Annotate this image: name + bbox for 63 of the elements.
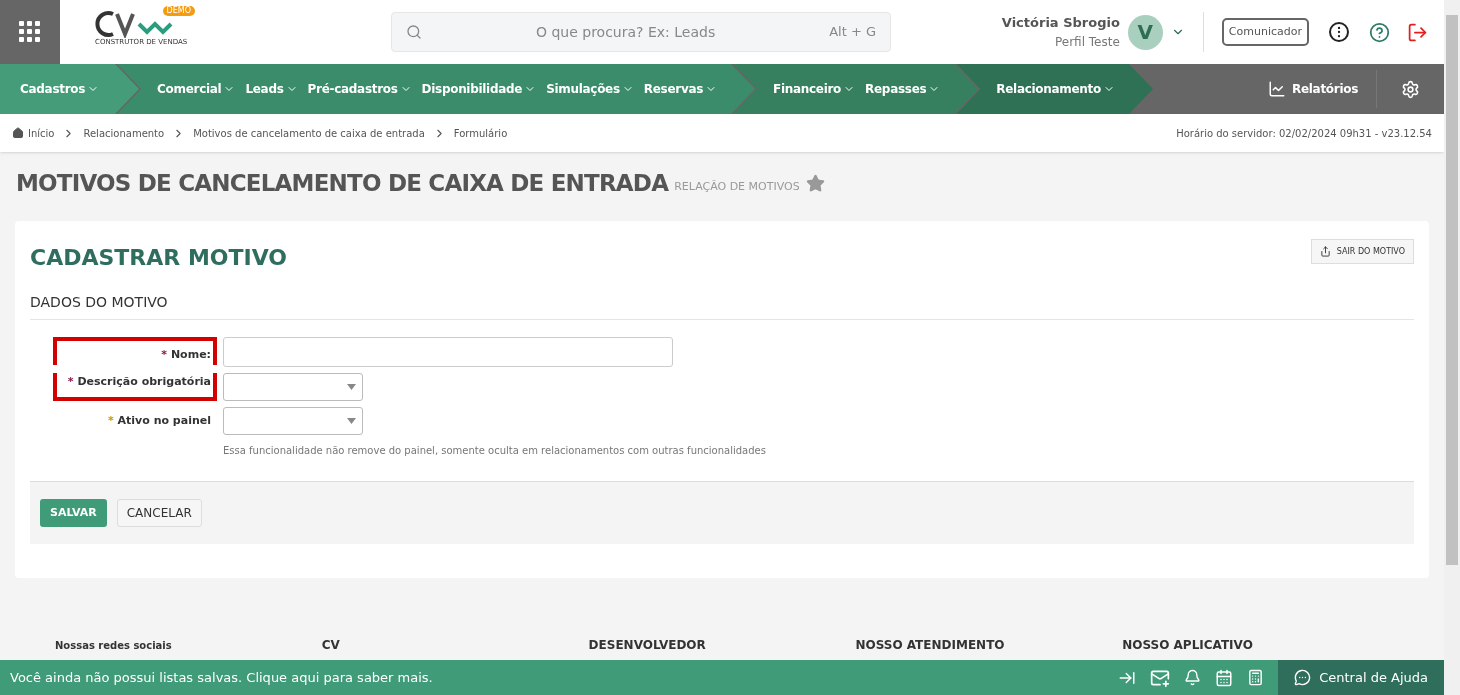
nav-menu-item[interactable]: Simulações: [546, 80, 634, 98]
communicator-button[interactable]: Comunicador: [1221, 18, 1309, 46]
footer-heading: CV: [321, 637, 341, 654]
breadcrumb-link[interactable]: Formulário: [453, 125, 508, 141]
nav-menu-item[interactable]: Cadastros: [20, 80, 100, 98]
shortcut-hint: Alt + G: [829, 23, 876, 42]
footer-heading: Nossas redes sociais: [55, 639, 173, 653]
calculator-icon[interactable]: [1247, 669, 1265, 686]
name-input[interactable]: [223, 337, 673, 367]
select-field[interactable]: [223, 373, 363, 401]
user-avatar[interactable]: V: [1127, 14, 1163, 50]
footer-heading: NOSSO APLICATIVO: [1122, 637, 1254, 654]
cancel-button[interactable]: CANCELAR: [116, 499, 202, 527]
footer-heading: NOSSO ATENDIMENTO: [855, 637, 1006, 654]
nav-menu-item[interactable]: Comercial: [157, 80, 236, 98]
search-icon: [406, 24, 422, 40]
search-input[interactable]: O que procura? Ex: Leads: [422, 21, 830, 43]
page-subtitle: RELAÇÃO DE MOTIVOS: [674, 178, 800, 195]
nav-menu-item[interactable]: Financeiro: [773, 80, 856, 98]
help-text: Essa funcionalidade não remove do painel, somente oculta em relacionamentos com outras funcionalidades: [223, 444, 766, 458]
reports-link[interactable]: Relatórios: [1268, 80, 1376, 98]
share-arrow-icon: [1319, 246, 1331, 257]
help-center-button[interactable]: Central de Ajuda: [1278, 660, 1444, 695]
home-icon: [12, 127, 24, 139]
apps-menu-button[interactable]: [0, 0, 60, 64]
more-options-icon[interactable]: [1329, 22, 1349, 42]
user-profile: Perfil Teste: [1055, 33, 1120, 51]
field-label: * Ativo no painel: [107, 412, 211, 429]
demo-badge: DEMO: [162, 6, 195, 16]
nav-menu-item[interactable]: Relacionamento: [996, 80, 1115, 98]
page-title: MOTIVOS DE CANCELAMENTO DE CAIXA DE ENTRADA: [16, 172, 669, 195]
saved-lists-message[interactable]: Você ainda não possui listas salvas. Clique aqui para saber mais.: [10, 667, 433, 688]
field-label: * Nome:: [161, 347, 211, 364]
form-title: CADASTRAR MOTIVO: [30, 244, 287, 272]
settings-icon[interactable]: [1401, 79, 1420, 99]
chart-icon: [1268, 80, 1286, 98]
field-label: * Descrição obrigatória: [67, 374, 211, 391]
calendar-icon[interactable]: [1215, 668, 1234, 687]
exit-button[interactable]: SAIR DO MOTIVO: [1310, 239, 1414, 264]
select-field[interactable]: [223, 407, 363, 435]
nav-menu-item[interactable]: Disponibilidade: [421, 80, 537, 98]
save-button[interactable]: SALVAR: [40, 499, 107, 527]
breadcrumb-link[interactable]: Início: [28, 125, 55, 141]
section-title: DADOS DO MOTIVO: [30, 292, 1414, 320]
nav-menu-item[interactable]: Reservas: [643, 80, 718, 98]
user-name: Victória Sbrogio: [1001, 14, 1120, 33]
grid-icon: [19, 21, 41, 43]
breadcrumb-link[interactable]: Relacionamento: [83, 125, 165, 141]
server-time: Horário do servidor: 02/02/2024 09h31 - v23.12.54: [1176, 126, 1432, 141]
search-field[interactable]: O que procura? Ex: Leads Alt + G: [391, 12, 891, 52]
logout-icon[interactable]: [1407, 21, 1428, 43]
breadcrumb-link[interactable]: Motivos de cancelamento de caixa de entrada: [193, 125, 425, 141]
help-icon[interactable]: [1369, 21, 1390, 43]
footer-heading: DESENVOLVEDOR: [588, 637, 707, 654]
bell-icon[interactable]: [1184, 669, 1202, 686]
chat-icon: [1294, 669, 1312, 686]
dropdown-arrow-icon: [347, 418, 356, 424]
nav-menu-item[interactable]: Leads: [245, 80, 298, 98]
favorite-star-icon[interactable]: [805, 174, 825, 193]
dropdown-arrow-icon: [347, 384, 356, 390]
nav-menu-item[interactable]: Pré-cadastros: [307, 80, 412, 98]
nav-menu-item[interactable]: Repasses: [865, 80, 941, 98]
scrollbar[interactable]: [1444, 0, 1460, 695]
